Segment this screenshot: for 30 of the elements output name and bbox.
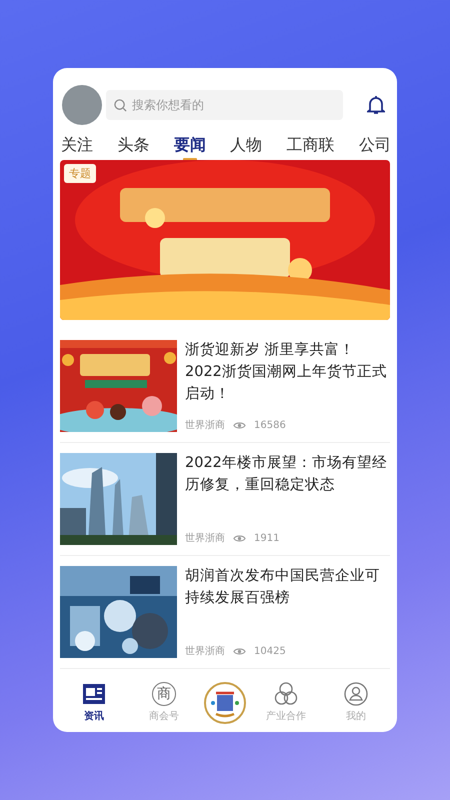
eye-icon: [233, 420, 246, 430]
category-tab[interactable]: 工商联: [286, 133, 335, 160]
eye-icon: [233, 534, 246, 542]
eye-icon: [233, 646, 246, 656]
news-icon: [82, 682, 106, 706]
shang-char-icon: 商: [152, 682, 176, 706]
search-icon: [114, 99, 127, 112]
nav-tab[interactable]: 商 商会号: [134, 682, 194, 723]
article-title[interactable]: 胡润首次发布中国民营企业可持续发展百强榜: [185, 565, 390, 609]
view-count: 16586: [254, 420, 286, 430]
emblem-logo[interactable]: [204, 682, 246, 724]
category-tab[interactable]: 头条: [117, 133, 150, 160]
view-count: 10425: [254, 646, 286, 656]
profile-icon: [344, 682, 368, 706]
circles-icon: [274, 682, 298, 706]
article-title[interactable]: 2022年楼市展望：市场有望经历修复，重回稳定状态: [185, 452, 390, 496]
avatar[interactable]: [62, 85, 102, 125]
article-title[interactable]: 浙货迎新岁 浙里享共富！2022浙货国潮网上年货节正式启动！: [185, 339, 390, 405]
category-tab[interactable]: 人物: [230, 133, 262, 160]
topic-badge: 专题: [64, 164, 96, 183]
category-tab[interactable]: 公司: [358, 133, 391, 160]
nav-tab[interactable]: 资讯: [64, 682, 124, 723]
bell-icon[interactable]: [367, 95, 385, 115]
article-source: 世界浙商: [185, 418, 225, 432]
category-tab[interactable]: 要闻: [174, 133, 206, 160]
article-source: 世界浙商: [185, 644, 225, 658]
search-field[interactable]: 搜索你想看的: [106, 90, 343, 120]
view-count: 1911: [254, 532, 280, 544]
article-source: 世界浙商: [185, 532, 225, 545]
category-tab[interactable]: 关注: [61, 133, 93, 160]
